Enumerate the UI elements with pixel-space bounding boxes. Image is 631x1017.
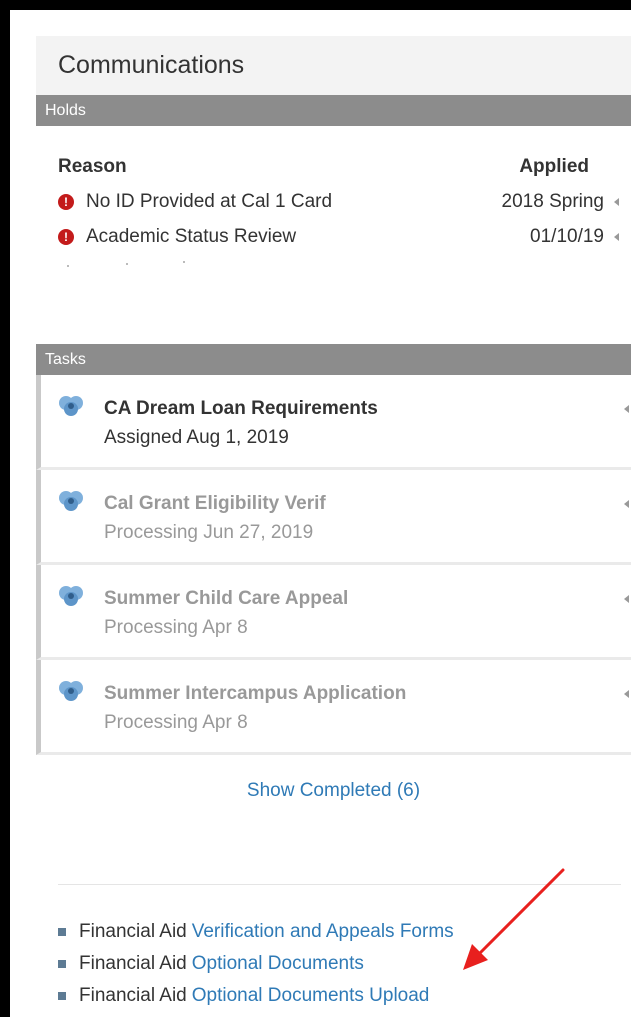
link-item: Financial Aid Optional Documents: [58, 948, 454, 980]
expand-caret-icon[interactable]: [614, 198, 619, 206]
link-prefix: Financial Aid: [79, 953, 187, 974]
expand-caret-icon[interactable]: [624, 690, 629, 698]
task-icon: [59, 586, 83, 606]
task-item[interactable]: Summer Intercampus Application Processin…: [36, 660, 631, 755]
square-bullet-icon: [58, 992, 66, 1000]
holds-list: Reason Applied ! No ID Provided at Cal 1…: [36, 126, 631, 344]
hold-applied-date: 01/10/19: [530, 226, 604, 247]
financial-aid-links: Financial Aid Verification and Appeals F…: [58, 916, 454, 1012]
holds-section-header: Holds: [36, 95, 631, 126]
task-icon: [59, 491, 83, 511]
hold-reason: No ID Provided at Cal 1 Card: [86, 191, 333, 212]
holds-section-label: Holds: [45, 101, 86, 119]
optional-documents-link[interactable]: Optional Documents: [192, 953, 364, 975]
task-status: Processing Apr 8: [104, 712, 248, 733]
holds-table-header: Reason Applied: [58, 156, 589, 178]
task-status: Processing Apr 8: [104, 617, 248, 638]
task-icon: [59, 396, 83, 416]
task-name: Summer Child Care Appeal: [104, 588, 349, 609]
expand-caret-icon[interactable]: [624, 405, 629, 413]
stray-pixel: [183, 261, 185, 263]
screenshot-frame: Communications Holds Reason Applied ! No…: [10, 10, 631, 1017]
expand-caret-icon[interactable]: [614, 233, 619, 241]
panel-title: Communications: [58, 51, 245, 79]
tasks-list: CA Dream Loan Requirements Assigned Aug …: [36, 375, 631, 755]
task-item[interactable]: Cal Grant Eligibility Verif Processing J…: [36, 470, 631, 565]
show-completed-link[interactable]: Show Completed (6): [36, 780, 631, 802]
task-icon: [59, 681, 83, 701]
panel-title-bar: Communications: [36, 36, 631, 95]
square-bullet-icon: [58, 960, 66, 968]
task-name: CA Dream Loan Requirements: [104, 398, 378, 419]
verification-appeals-forms-link[interactable]: Verification and Appeals Forms: [192, 921, 454, 943]
hold-row[interactable]: ! No ID Provided at Cal 1 Card 2018 Spri…: [58, 189, 619, 215]
alert-icon: !: [58, 194, 74, 210]
task-item[interactable]: Summer Child Care Appeal Processing Apr …: [36, 565, 631, 660]
task-status: Processing Jun 27, 2019: [104, 522, 314, 543]
square-bullet-icon: [58, 928, 66, 936]
stray-pixel: [126, 263, 128, 265]
task-name: Summer Intercampus Application: [104, 683, 407, 704]
tasks-section-header: Tasks: [36, 344, 631, 375]
communications-panel: Communications Holds Reason Applied ! No…: [36, 36, 631, 1017]
task-item[interactable]: CA Dream Loan Requirements Assigned Aug …: [36, 375, 631, 470]
hold-reason: Academic Status Review: [86, 226, 297, 247]
alert-icon: !: [58, 229, 74, 245]
applied-column-header: Applied: [519, 156, 589, 177]
divider: [58, 884, 621, 885]
task-status: Assigned Aug 1, 2019: [104, 427, 289, 448]
task-name: Cal Grant Eligibility Verif: [104, 493, 326, 514]
stray-pixel: [67, 265, 69, 267]
reason-column-header: Reason: [58, 156, 127, 177]
link-prefix: Financial Aid: [79, 985, 187, 1006]
tasks-section-label: Tasks: [45, 350, 86, 368]
link-prefix: Financial Aid: [79, 921, 187, 942]
expand-caret-icon[interactable]: [624, 595, 629, 603]
hold-row[interactable]: ! Academic Status Review 01/10/19: [58, 224, 619, 250]
link-item: Financial Aid Verification and Appeals F…: [58, 916, 454, 948]
link-item: Financial Aid Optional Documents Upload: [58, 980, 454, 1012]
optional-documents-upload-link[interactable]: Optional Documents Upload: [192, 985, 430, 1007]
hold-applied-date: 2018 Spring: [501, 191, 604, 212]
expand-caret-icon[interactable]: [624, 500, 629, 508]
